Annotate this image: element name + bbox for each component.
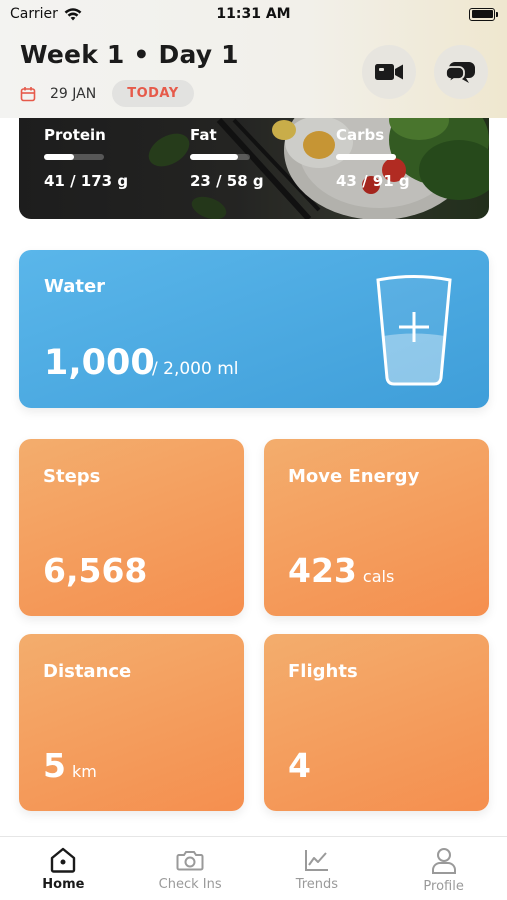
macro-label: Protein: [44, 126, 106, 144]
water-value: 1,000: [44, 343, 155, 383]
stat-title: Distance: [43, 661, 132, 682]
chart-icon: [304, 850, 328, 871]
stat-value: 4: [288, 746, 311, 785]
stat-value: 423 cals: [288, 551, 394, 590]
header: Carrier 11:31 AM Week 1 • Day 1 29 JAN T…: [0, 0, 507, 118]
tab-label: Check Ins: [158, 877, 222, 892]
carrier-label: Carrier: [10, 6, 58, 22]
stat-number: 5: [43, 746, 66, 785]
macro-value: 41 / 173 g: [44, 172, 129, 190]
macro-label: Carbs: [336, 126, 385, 144]
person-icon: [431, 848, 456, 874]
stat-number: 4: [288, 746, 311, 785]
stat-unit: cals: [362, 567, 395, 586]
glass-plus-icon[interactable]: [374, 274, 454, 386]
macro-progress-bar: [336, 154, 396, 160]
home-icon: [51, 847, 76, 873]
calendar-icon: [20, 86, 36, 101]
stat-number: 6,568: [43, 551, 148, 590]
date-row[interactable]: 29 JAN TODAY: [20, 80, 194, 107]
battery-icon: [469, 7, 498, 21]
page-title: Week 1 • Day 1: [20, 40, 239, 69]
steps-card[interactable]: Steps 6,568: [19, 439, 244, 616]
move-energy-card[interactable]: Move Energy 423 cals: [264, 439, 489, 616]
macro-progress-bar: [190, 154, 250, 160]
stat-title: Steps: [43, 466, 101, 487]
tab-home[interactable]: Home: [0, 837, 127, 900]
wifi-icon: [64, 7, 82, 20]
video-camera-icon: [375, 64, 403, 80]
status-bar: Carrier 11:31 AM: [0, 0, 507, 28]
tab-bar: Home Check Ins Trends Profile: [0, 836, 507, 900]
macro-value: 23 / 58 g: [190, 172, 264, 190]
macro-carbs: Carbs 43 / 91 g: [336, 126, 410, 190]
macro-label: Fat: [190, 126, 217, 144]
tab-check-ins[interactable]: Check Ins: [127, 837, 254, 900]
tab-label: Profile: [423, 879, 464, 894]
water-title: Water: [44, 276, 106, 297]
tab-trends[interactable]: Trends: [254, 837, 381, 900]
tab-profile[interactable]: Profile: [380, 837, 507, 900]
macro-protein: Protein 41 / 173 g: [44, 126, 128, 190]
today-button[interactable]: TODAY: [112, 80, 194, 107]
stat-value: 5 km: [43, 746, 97, 785]
stat-number: 423: [288, 551, 357, 590]
tab-label: Trends: [295, 877, 339, 892]
tab-label: Home: [42, 877, 85, 892]
chat-bubbles-icon: [445, 62, 475, 85]
macro-fat: Fat 23 / 58 g: [190, 126, 264, 190]
flights-card[interactable]: Flights 4: [264, 634, 489, 811]
water-card[interactable]: Water 1,000 / 2,000 ml: [19, 250, 489, 408]
chat-button[interactable]: [434, 45, 488, 99]
stat-title: Move Energy: [288, 466, 420, 487]
date-label: 29 JAN: [50, 85, 97, 102]
macro-value: 43 / 91 g: [336, 172, 410, 190]
stat-title: Flights: [288, 661, 358, 682]
stat-unit: km: [71, 762, 97, 781]
distance-card[interactable]: Distance 5 km: [19, 634, 244, 811]
water-goal: / 2,000 ml: [152, 359, 239, 379]
macro-progress-bar: [44, 154, 104, 160]
camera-icon: [176, 851, 204, 871]
video-call-button[interactable]: [362, 45, 416, 99]
stat-value: 6,568: [43, 551, 147, 590]
